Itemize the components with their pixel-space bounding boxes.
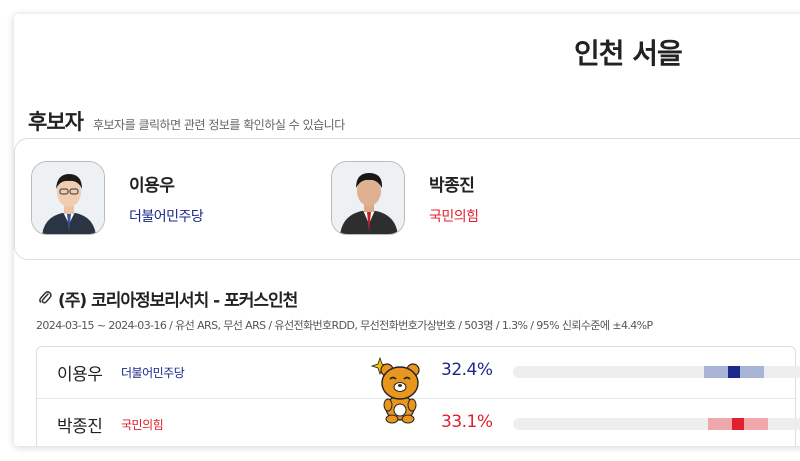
result-party: 더불어민주당 bbox=[121, 366, 185, 380]
candidates-heading: 후보자 bbox=[28, 110, 84, 134]
candidate-card-1[interactable]: 이용우 더불어민주당 bbox=[31, 161, 204, 235]
candidate-name: 박종진 bbox=[429, 175, 475, 196]
candidates-panel: 이용우 더불어민주당 박종진 국민의힘 bbox=[14, 138, 800, 260]
poll-title: (주) 코리아정보리서치 - 포커스인천 bbox=[58, 291, 298, 311]
candidate-name: 이용우 bbox=[129, 175, 175, 196]
result-percent: 33.1% bbox=[441, 412, 493, 432]
candidates-hint: 후보자를 클릭하면 관련 정보를 확인하실 수 있습니다 bbox=[92, 118, 345, 132]
result-percent: 32.4% bbox=[441, 360, 493, 380]
result-bar bbox=[513, 366, 800, 378]
poll-details: 2024-03-15 ~ 2024-03-16 / 유선 ARS, 무선 ARS… bbox=[36, 319, 653, 332]
paperclip-icon bbox=[38, 289, 52, 309]
result-party: 국민의힘 bbox=[121, 418, 164, 432]
candidate-card-2[interactable]: 박종진 국민의힘 bbox=[331, 161, 479, 235]
point-estimate bbox=[728, 366, 740, 378]
point-estimate bbox=[732, 418, 744, 430]
candidate-photo bbox=[31, 161, 105, 235]
region-title: 인천 서을 bbox=[574, 37, 683, 70]
bear-mascot-icon bbox=[370, 352, 430, 424]
candidate-party: 더불어민주당 bbox=[129, 208, 204, 225]
poll-title-row: (주) 코리아정보리서치 - 포커스인천 bbox=[38, 286, 298, 311]
result-candidate-name: 이용우 bbox=[57, 365, 103, 385]
result-candidate-name: 박종진 bbox=[57, 417, 103, 437]
result-bar bbox=[513, 418, 800, 430]
candidates-header: 후보자 후보자를 클릭하면 관련 정보를 확인하실 수 있습니다 bbox=[28, 106, 345, 136]
candidate-party: 국민의힘 bbox=[429, 208, 479, 225]
candidate-photo bbox=[331, 161, 405, 235]
